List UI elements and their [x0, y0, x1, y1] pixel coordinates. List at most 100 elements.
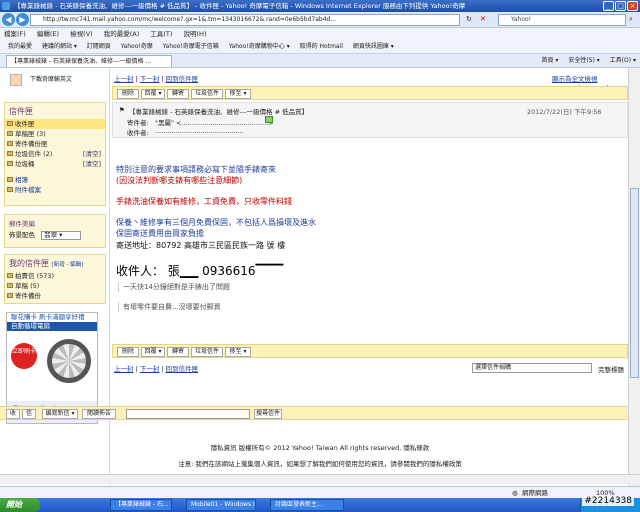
my-folder-item[interactable]: 拍賣信 (573) [5, 271, 105, 281]
fav-item[interactable]: 網頁快訊圖庫 ▾ [353, 43, 394, 50]
photo-icon [7, 177, 13, 182]
empty-trash-link[interactable]: [清空] [83, 159, 101, 169]
user-text[interactable]: 下載奇摩輸英文 [30, 76, 72, 83]
fav-item[interactable]: 取得的 Hotmail [300, 43, 343, 50]
folder-icon [7, 293, 13, 298]
link-label: 相簿 [15, 176, 28, 184]
menu-tools[interactable]: 工具(T) [150, 30, 172, 38]
search-icon[interactable]: ⌕ [629, 15, 633, 24]
refresh-icon[interactable]: ↻ [466, 15, 472, 23]
mail-search-input[interactable] [126, 409, 250, 419]
browser-tab[interactable]: 【專業錶械錶 - 石英錶保養洗油、維修---一級價格 ... [6, 55, 172, 67]
link-albums[interactable]: 相簿 [5, 175, 105, 185]
spam-button[interactable]: 垃圾信件 [191, 347, 223, 357]
bottom-toolbar: 收 信 編寫新信 ▾ 閱讀佈告 搜尋信件 [0, 406, 628, 420]
next-mail-link[interactable]: 下一封 [140, 365, 160, 373]
folder-sent[interactable]: 寄件備份匣 [5, 139, 105, 149]
menu-edit[interactable]: 編輯(E) [37, 30, 59, 38]
close-button[interactable]: × [627, 1, 638, 11]
body-line-1: 特別注意的要求事項請務必寫下並隨手錶寄來 [116, 165, 276, 174]
search-input[interactable]: Yahoo! [498, 14, 626, 26]
forward-icon[interactable]: ▶ [16, 13, 29, 26]
stop-icon[interactable]: ✕ [480, 15, 486, 23]
signature-line-2: 有壞零件要自費...沒壞要付郵資 [118, 302, 348, 312]
move-button[interactable]: 移至 ▾ [225, 347, 251, 357]
menu-file[interactable]: 檔案(F) [4, 30, 26, 38]
prev-mail-link[interactable]: 上一封 [114, 365, 134, 373]
back-to-folder-link[interactable]: 回到信件匣 [166, 365, 199, 373]
body-line-2: (因沒法判斷哪支錶有哪些注意細節) [116, 176, 243, 185]
folder-label: 草稿 (5) [15, 282, 40, 290]
compose-button[interactable]: 編寫新信 ▾ [42, 409, 78, 419]
move-button[interactable]: 移至 ▾ [225, 89, 251, 99]
empty-spam-link[interactable]: [清空] [83, 149, 101, 159]
forward-button[interactable]: 轉寄 [167, 347, 189, 357]
safety-button[interactable]: 安全性(S) ▾ [568, 57, 599, 64]
vertical-scrollbar[interactable] [628, 68, 640, 486]
mail-search-button[interactable]: 搜尋信件 [254, 409, 282, 419]
action-toolbar-bottom: 刪除 回覆 ▾ 轉寄 垃圾信件 移至 ▾ [112, 344, 628, 358]
notices-button[interactable]: 閱讀佈告 [82, 409, 116, 419]
fav-item[interactable]: 我的最愛 [8, 43, 32, 50]
top-pager: 上一封 | 下一封 | 回到信件匣 [114, 75, 199, 83]
delete-button[interactable]: 刪除 [117, 347, 139, 357]
scroll-thumb[interactable] [630, 188, 639, 378]
my-folder-item[interactable]: 草稿 (5) [5, 281, 105, 291]
add-contact-icon[interactable] [265, 116, 273, 123]
reply-button[interactable]: 回覆 ▾ [141, 89, 165, 99]
my-folder-item[interactable]: 寄件備份 [5, 291, 105, 301]
minimize-button[interactable]: _ [603, 1, 614, 11]
from-value[interactable]: "黑屬" <..................................… [155, 117, 274, 127]
home-button[interactable]: 首頁 ▾ [541, 57, 558, 64]
fav-item[interactable]: Yahoo!奇摩 [121, 43, 153, 50]
menu-view[interactable]: 檢視(V) [70, 30, 93, 38]
folder-spam[interactable]: 垃圾信件 (2) [清空] [5, 149, 105, 159]
fulltext-label: 顯示為全文檢視 [552, 75, 598, 83]
back-to-folder-link[interactable]: 回到信件匣 [166, 75, 199, 83]
theme-row: 佈景配色 翡翠 ▾ [5, 230, 105, 240]
start-button[interactable]: 開始 [0, 498, 40, 512]
status-bar: ◍ 網際網路 100% [0, 486, 640, 498]
forward-button[interactable]: 轉寄 [167, 89, 189, 99]
menu-help[interactable]: 說明(H) [184, 30, 207, 38]
fav-item[interactable]: Yahoo!奇摩電子信箱 [163, 43, 219, 50]
fav-item[interactable]: 建議的網站 ▾ [42, 43, 77, 50]
taskbar-item[interactable]: Mobile01 - Windows I... [186, 499, 256, 511]
folder-icon [7, 283, 13, 288]
panel-title-text: 我的信件匣 [9, 259, 49, 268]
maximize-button[interactable]: □ [615, 1, 626, 11]
folder-select[interactable]: 選擇信件捐購 [472, 363, 592, 373]
prev-mail-link[interactable]: 上一封 [114, 75, 134, 83]
to-label: 收件者: [127, 129, 149, 137]
back-icon[interactable]: ◀ [2, 13, 15, 26]
folder-drafts[interactable]: 草稿匣 (3) [5, 129, 105, 139]
folder-trash[interactable]: 垃圾桶 [清空] [5, 159, 105, 169]
mail-button[interactable]: 信 [22, 409, 36, 419]
fav-item[interactable]: 訂閱網頁 [87, 43, 111, 50]
receive-button[interactable]: 收 [6, 409, 20, 419]
taskbar-item[interactable]: 【專業錶械錶 - 石... [110, 499, 172, 511]
tools-button[interactable]: 工具(O) ▾ [610, 57, 636, 64]
folder-edit-link[interactable]: [新增 - 編輯] [52, 262, 84, 268]
url-input[interactable]: http://tw.mc741.mail.yahoo.com/mc/welcom… [30, 14, 460, 26]
tab-bar: 【專業錶械錶 - 石英錶保養洗油、維修---一級價格 ... 首頁 ▾ 安全性(… [0, 54, 640, 68]
menu-favorites[interactable]: 我的最愛(A) [104, 30, 140, 38]
folder-label: 收件匣 [15, 120, 35, 128]
reply-button[interactable]: 回覆 ▾ [141, 347, 165, 357]
flag-icon[interactable]: ⚑ [119, 106, 125, 114]
taskbar-item[interactable]: 討論區發表新主... [270, 499, 344, 511]
full-header-link[interactable]: 完整標題 [598, 364, 624, 374]
panel-title: 信件匣 [9, 107, 33, 116]
spam-button[interactable]: 垃圾信件 [191, 89, 223, 99]
folder-inbox[interactable]: 收件匣 [5, 119, 105, 129]
footer: 隱私資訊 版權所有© 2012 Yahoo! Taiwan All rights… [0, 442, 640, 468]
delete-button[interactable]: 刪除 [117, 89, 139, 99]
folder-icon [7, 151, 13, 156]
fav-item[interactable]: Yahoo!奇摩購物中心 ▾ [229, 43, 290, 50]
footer-copyright: 隱私資訊 版權所有© 2012 Yahoo! Taiwan All rights… [210, 444, 430, 452]
horizontal-scrollbar[interactable] [0, 474, 640, 484]
body-line-3: 手錶洗油保養如有維修，工資免費，只收零件料錢 [116, 197, 292, 206]
link-attachments[interactable]: 附件檔案 [5, 185, 105, 195]
theme-select[interactable]: 翡翠 ▾ [41, 231, 82, 240]
next-mail-link[interactable]: 下一封 [140, 75, 160, 83]
